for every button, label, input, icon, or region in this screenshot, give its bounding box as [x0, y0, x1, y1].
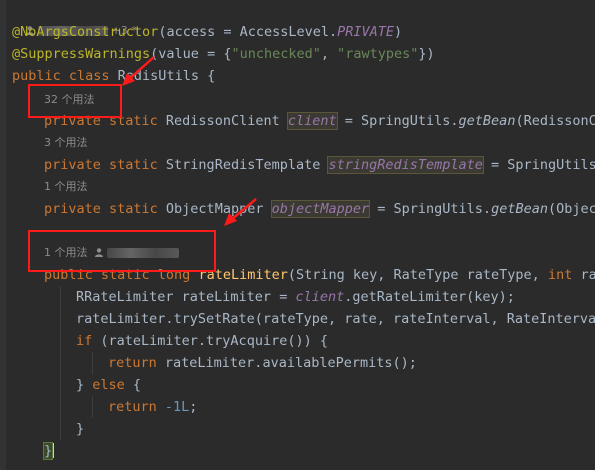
red-arrow-icon [224, 198, 257, 226]
code-line-4: private static RedissonClient client = S… [44, 112, 595, 130]
code-line-2: @SuppressWarnings(value = {"unchecked", … [12, 46, 435, 62]
red-arrow-icon [122, 56, 155, 86]
code-line-14: } [76, 421, 85, 437]
code-line-5: private static StringRedisTemplate strin… [44, 156, 595, 174]
code-line-11: return rateLimiter.availablePermits(); [108, 355, 417, 371]
text-caret [52, 443, 55, 458]
highlight-box-usage-1 [28, 230, 216, 272]
code-line-8: RRateLimiter rateLimiter = client.getRat… [76, 289, 515, 305]
code-line-10: if (rateLimiter.tryAcquire()) { [76, 333, 328, 349]
indent-guide [92, 352, 93, 374]
usage-hint-1a[interactable]: 1 个用法 [44, 177, 88, 197]
code-line-15: } [42, 442, 55, 460]
author-hint[interactable]: +3 * [12, 1, 137, 37]
code-line-1: @NoArgsConstructor(access = AccessLevel.… [12, 24, 403, 40]
code-line-12: } else { [76, 377, 142, 393]
code-line-6: private static ObjectMapper objectMapper… [44, 200, 595, 218]
indent-guide [60, 286, 61, 440]
editor-gutter [0, 0, 6, 470]
code-line-9: rateLimiter.trySetRate(rateType, rate, r… [76, 311, 595, 327]
code-editor[interactable]: +3 * @NoArgsConstructor(access = AccessL… [0, 0, 595, 470]
indent-guide [92, 396, 93, 418]
code-line-13: return -1L; [108, 399, 198, 415]
highlight-box-usage-32 [28, 84, 122, 118]
usage-hint-3[interactable]: 3 个用法 [44, 133, 88, 153]
